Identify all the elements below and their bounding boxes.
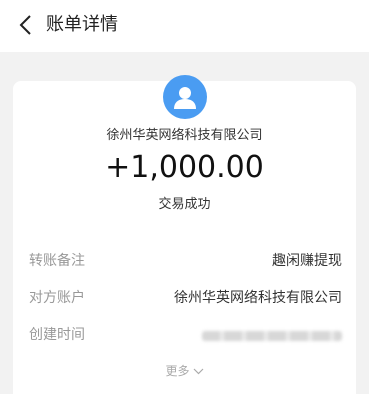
- payee-avatar: [163, 75, 207, 119]
- detail-label: 创建时间: [29, 327, 85, 343]
- detail-value: 徐州华英网络科技有限公司: [174, 290, 342, 306]
- back-button[interactable]: [12, 11, 38, 39]
- detail-row-created-time: 创建时间: [29, 324, 342, 346]
- transaction-amount: +1,000.00: [105, 150, 264, 185]
- transaction-status: 交易成功: [158, 197, 211, 212]
- chevron-down-icon: [193, 368, 203, 375]
- detail-row-remark: 转账备注 趣闲赚提现: [29, 250, 342, 272]
- detail-label: 转账备注: [29, 253, 85, 269]
- chevron-left-icon: [19, 15, 31, 35]
- detail-value: 趣闲赚提现: [272, 253, 342, 269]
- page-title: 账单详情: [46, 14, 118, 35]
- bill-detail-card: 徐州华英网络科技有限公司 +1,000.00 交易成功 转账备注 趣闲赚提现 对…: [13, 75, 356, 394]
- more-label: 更多: [165, 364, 190, 378]
- redacted-value: [202, 331, 342, 341]
- payee-name: 徐州华英网络科技有限公司: [106, 128, 263, 143]
- more-button[interactable]: 更多: [13, 362, 356, 380]
- user-icon: [174, 87, 196, 109]
- detail-row-counterparty: 对方账户 徐州华英网络科技有限公司: [29, 287, 342, 309]
- detail-label: 对方账户: [29, 290, 85, 306]
- top-bar: 账单详情: [0, 0, 369, 52]
